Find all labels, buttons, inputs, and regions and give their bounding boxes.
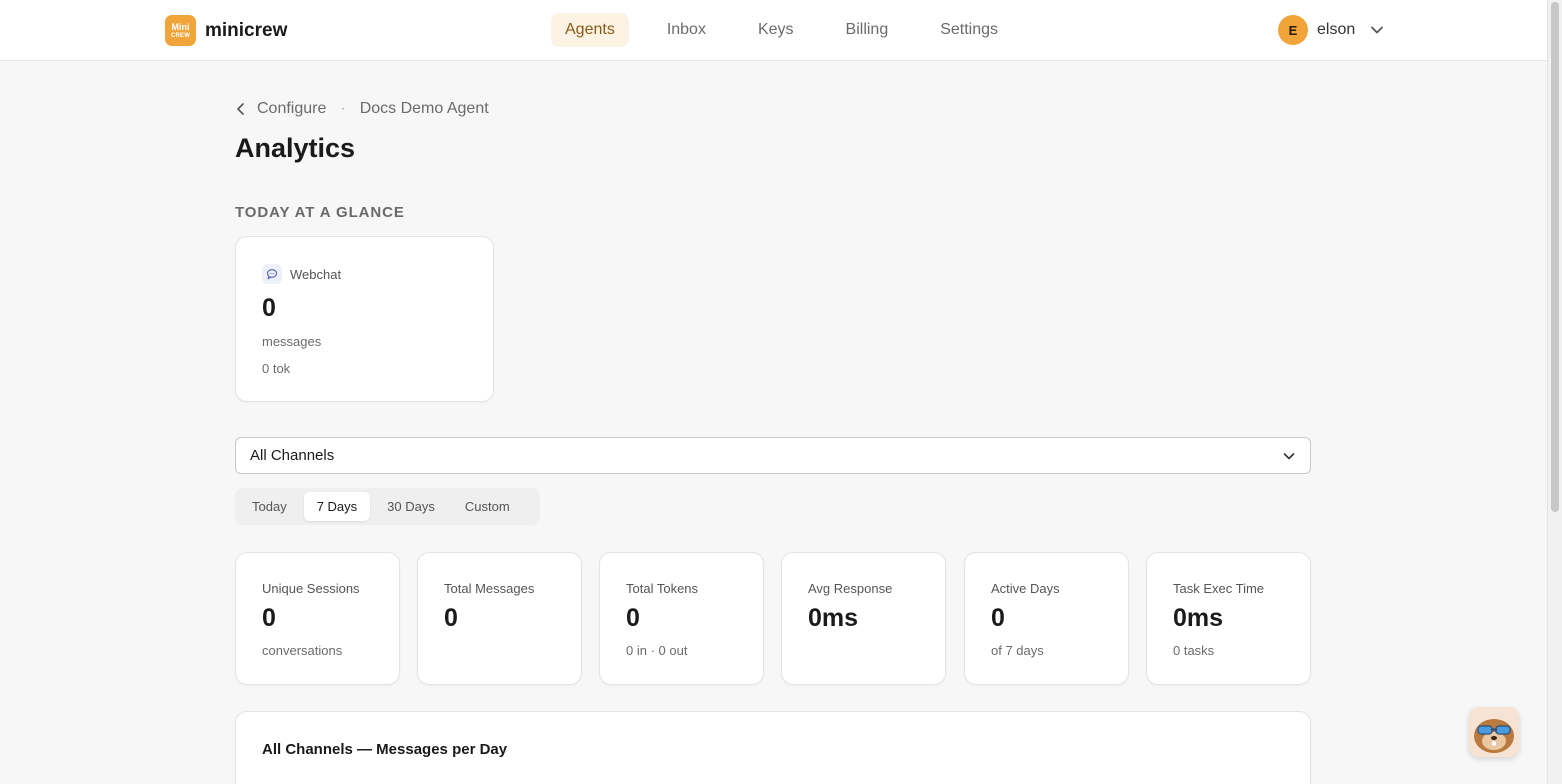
assistant-mascot-button[interactable] — [1469, 707, 1519, 757]
today-message-unit: messages — [262, 334, 322, 349]
stat-card-active-days: Active Days 0 of 7 days — [964, 552, 1129, 685]
stat-label: Total Messages — [444, 581, 535, 596]
chart-title: All Channels — Messages per Day — [262, 741, 508, 758]
scrollbar-thumb[interactable] — [1551, 2, 1559, 512]
chat-bubble-icon — [262, 264, 282, 284]
brand-name: minicrew — [205, 19, 288, 41]
channel-select-value: All Channels — [250, 447, 335, 464]
brand[interactable]: Mini CREW minicrew — [165, 15, 287, 46]
channel-name: Webchat — [290, 266, 342, 282]
breadcrumb-back-link[interactable]: Configure — [235, 100, 326, 118]
page-scrollbar[interactable] — [1547, 0, 1562, 784]
page-title: Analytics — [235, 133, 356, 163]
stat-card-avg-response: Avg Response 0ms — [781, 552, 946, 685]
stat-card-unique-sessions: Unique Sessions 0 conversations — [235, 552, 400, 685]
range-today[interactable]: Today — [239, 492, 300, 521]
today-token-count: 0 tok — [262, 361, 291, 376]
brand-logo: Mini CREW — [165, 15, 196, 46]
date-range-selector: Today 7 Days 30 Days Custom — [235, 488, 540, 525]
nav-inbox[interactable]: Inbox — [653, 13, 720, 47]
logo-line-1: Mini — [171, 21, 190, 32]
stat-value: 0 — [262, 604, 276, 632]
top-navbar: Mini CREW minicrew Agents Inbox Keys Bil… — [0, 0, 1547, 61]
stat-sub: of 7 days — [991, 643, 1044, 658]
stat-label: Unique Sessions — [262, 581, 360, 596]
section-label-today: TODAY AT A GLANCE — [235, 204, 405, 221]
main-nav: Agents Inbox Keys Billing Settings — [551, 13, 1036, 47]
breadcrumb: Configure · Docs Demo Agent — [235, 100, 489, 118]
range-custom[interactable]: Custom — [452, 492, 523, 521]
stat-sub: conversations — [262, 643, 343, 658]
stat-value: 0 — [444, 604, 458, 632]
messages-per-day-card: All Channels — Messages per Day — [235, 711, 1311, 784]
stat-label: Avg Response — [808, 581, 893, 596]
nav-keys[interactable]: Keys — [744, 13, 808, 47]
stat-sub: 0 tasks — [1173, 643, 1215, 658]
avatar: E — [1278, 15, 1308, 45]
stat-card-total-tokens: Total Tokens 0 0 in · 0 out — [599, 552, 764, 685]
nav-agents[interactable]: Agents — [551, 13, 629, 47]
chevron-down-icon — [1283, 452, 1295, 459]
chevron-down-icon — [1371, 26, 1384, 34]
stat-label: Active Days — [991, 581, 1060, 596]
stat-card-total-messages: Total Messages 0 — [417, 552, 582, 685]
breadcrumb-separator: · — [340, 100, 346, 117]
stat-label: Total Tokens — [626, 581, 699, 596]
today-message-count: 0 — [262, 294, 276, 322]
stat-value: 0 — [991, 604, 1005, 632]
stat-sub: 0 in · 0 out — [626, 643, 688, 658]
channel-header: Webchat — [262, 264, 341, 284]
today-channel-card: Webchat 0 messages 0 tok — [235, 236, 494, 402]
stat-value: 0ms — [808, 604, 859, 632]
user-name: elson — [1317, 21, 1356, 38]
logo-line-2: CREW — [170, 32, 191, 39]
breadcrumb-configure: Configure — [257, 100, 327, 117]
chevron-left-icon — [237, 103, 244, 115]
user-menu[interactable]: E elson — [1278, 15, 1384, 45]
range-7-days[interactable]: 7 Days — [303, 492, 371, 521]
stat-label: Task Exec Time — [1173, 581, 1265, 596]
stat-card-task-exec-time: Task Exec Time 0ms 0 tasks — [1146, 552, 1311, 685]
channel-select[interactable]: All Channels — [235, 437, 1311, 474]
beaver-mascot-icon — [1474, 719, 1514, 753]
nav-settings[interactable]: Settings — [926, 13, 1012, 47]
breadcrumb-current: Docs Demo Agent — [359, 100, 489, 117]
nav-billing[interactable]: Billing — [832, 13, 903, 47]
range-30-days[interactable]: 30 Days — [374, 492, 448, 521]
stat-value: 0ms — [1173, 604, 1224, 632]
stat-value: 0 — [626, 604, 640, 632]
